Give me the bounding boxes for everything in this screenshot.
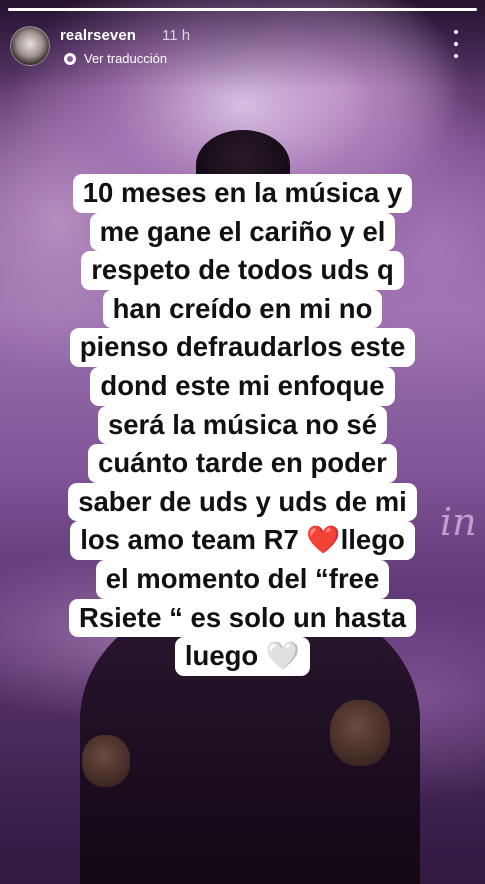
- caption-line: dond este mi enfoque: [90, 366, 395, 406]
- caption-line: me gane el cariño y el: [89, 212, 396, 252]
- caption-line: han creído en mi no: [102, 289, 383, 329]
- header-shade: [0, 0, 485, 90]
- avatar[interactable]: [10, 26, 50, 66]
- translate-icon: [64, 52, 76, 65]
- translate-button[interactable]: Ver traducción: [64, 51, 167, 66]
- more-dot-icon: [454, 42, 458, 46]
- username[interactable]: realrseven: [60, 27, 136, 44]
- figure-right-hand: [330, 700, 390, 766]
- caption-line: Rsiete “ es solo un hasta: [68, 598, 417, 638]
- caption-line: los amo team R7 ❤️llego: [70, 521, 415, 560]
- story-progress-fill: [8, 8, 477, 11]
- story-caption: 10 meses en la música y me gane el cariñ…: [40, 174, 445, 676]
- caption-line: respeto de todos uds q: [81, 251, 404, 290]
- caption-line: será la música no sé: [97, 405, 388, 445]
- caption-line: luego 🤍: [174, 637, 311, 676]
- more-options-button[interactable]: [448, 30, 464, 58]
- story-viewer[interactable]: in realrseven 11 h Ver traducción 10 mes…: [0, 0, 485, 884]
- caption-line: pienso defraudarlos este: [69, 328, 416, 367]
- story-progress-bar: [8, 8, 477, 11]
- more-dot-icon: [454, 54, 458, 58]
- translate-label: Ver traducción: [84, 51, 168, 66]
- caption-line: el momento del “free: [95, 559, 390, 599]
- caption-line: 10 meses en la música y: [72, 174, 413, 213]
- caption-line: saber de uds y uds de mi: [68, 482, 417, 522]
- background-script-text: in: [440, 500, 477, 544]
- caption-line: cuánto tarde en poder: [88, 444, 397, 483]
- post-time: 11 h: [162, 27, 191, 44]
- figure-left-hand: [82, 735, 130, 787]
- more-dot-icon: [454, 30, 458, 34]
